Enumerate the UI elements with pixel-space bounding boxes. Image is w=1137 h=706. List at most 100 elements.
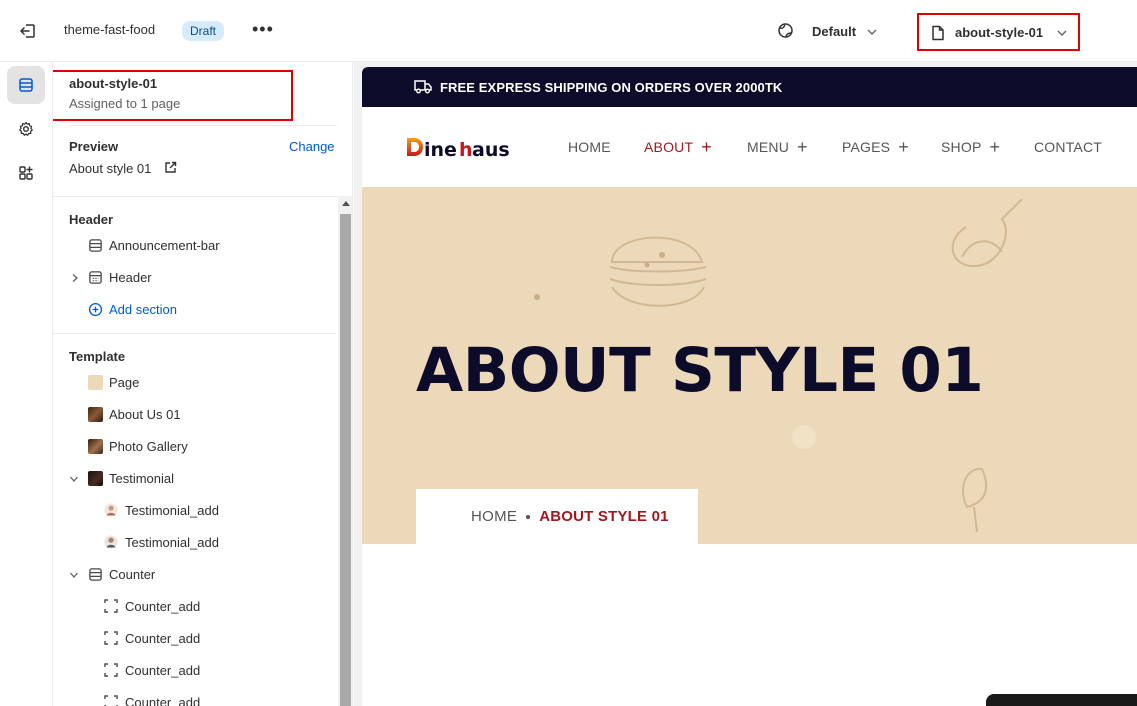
header-group-title: Header [69, 212, 114, 227]
block-counter-add[interactable]: Counter_add [103, 595, 200, 617]
nav-about[interactable]: ABOUT + [644, 138, 712, 156]
add-section-button[interactable]: Add section [87, 298, 177, 320]
nav-menu[interactable]: MENU + [747, 137, 808, 157]
dinehaus-logo[interactable]: ine h aus [406, 133, 518, 159]
block-label: Counter_add [125, 694, 201, 706]
add-section-label: Add section [109, 301, 177, 317]
section-about-us-01[interactable]: About Us 01 [87, 403, 181, 425]
divider [53, 196, 352, 197]
truck-icon [414, 80, 432, 94]
section-page[interactable]: Page [87, 371, 139, 393]
preview-canvas: FREE EXPRESS SHIPPING ON ORDERS OVER 200… [354, 62, 1137, 706]
section-label: Header [109, 269, 152, 285]
icon-rail [0, 62, 53, 706]
divider [69, 125, 337, 126]
page-icon [932, 25, 944, 41]
template-group-title: Template [69, 349, 126, 364]
section-counter[interactable]: Counter [87, 563, 155, 585]
header-section-icon [88, 270, 102, 284]
chevron-down-icon[interactable] [69, 474, 79, 484]
block-testimonial-add[interactable]: Testimonial_add [103, 531, 219, 553]
nav-pages[interactable]: PAGES + [842, 137, 909, 157]
language-selector[interactable]: Default [812, 24, 856, 39]
sections-rail-button[interactable] [7, 66, 45, 104]
template-selector[interactable]: about-style-01 [917, 13, 1080, 51]
page-hero-banner: ABOUT STYLE 01 HOME ABOUT STYLE 01 [362, 187, 1137, 544]
block-label: Counter_add [125, 630, 201, 646]
storefront-preview[interactable]: FREE EXPRESS SHIPPING ON ORDERS OVER 200… [362, 67, 1137, 706]
globe-icon[interactable] [777, 22, 794, 39]
breadcrumb-home-link[interactable]: HOME [471, 508, 517, 525]
section-icon [88, 567, 102, 581]
section-label: Page [109, 374, 140, 390]
block-label: Testimonial_add [125, 534, 219, 550]
sections-icon [19, 78, 33, 92]
settings-rail-button[interactable] [7, 110, 45, 148]
section-label: Testimonial [109, 470, 175, 486]
avatar-icon [104, 535, 118, 549]
block-icon [104, 695, 118, 706]
more-actions-button[interactable]: ••• [252, 20, 273, 40]
plus-circle-icon [88, 302, 102, 316]
preview-value: About style 01 [69, 161, 152, 176]
preview-label: Preview [69, 139, 119, 154]
plus-icon: + [797, 137, 808, 157]
apps-rail-button[interactable] [7, 154, 45, 192]
divider [53, 333, 337, 334]
svg-text:h: h [459, 139, 473, 159]
scroll-up-arrow[interactable] [342, 201, 350, 206]
plus-icon: + [898, 137, 909, 157]
exit-icon[interactable] [18, 21, 38, 41]
block-label: Counter_add [125, 662, 201, 678]
section-label: Photo Gallery [109, 438, 188, 454]
assigned-text: Assigned to 1 page [69, 96, 181, 111]
nav-shop[interactable]: SHOP + [941, 137, 1001, 157]
page-thumbnail [87, 374, 103, 390]
svg-text:ine: ine [424, 139, 457, 159]
block-counter-add[interactable]: Counter_add [103, 627, 200, 649]
section-label: Counter [109, 566, 156, 582]
block-counter-add[interactable]: Counter_add [103, 659, 200, 681]
template-header: about-style-01 Assigned to 1 page [53, 62, 352, 126]
apps-icon [19, 166, 33, 180]
breadcrumb-current: ABOUT STYLE 01 [539, 508, 669, 525]
section-photo-gallery[interactable]: Photo Gallery [87, 435, 188, 457]
scrollbar-thumb[interactable] [340, 214, 351, 706]
block-counter-add[interactable]: Counter_add [103, 691, 200, 706]
announcement-text: FREE EXPRESS SHIPPING ON ORDERS OVER 200… [440, 80, 783, 95]
preview-change-link[interactable]: Change [289, 139, 335, 154]
section-header[interactable]: Header [87, 266, 152, 288]
plus-icon: + [989, 137, 1001, 157]
theme-name: theme-fast-food [64, 22, 156, 37]
announcement-bar[interactable]: FREE EXPRESS SHIPPING ON ORDERS OVER 200… [362, 67, 1137, 107]
testimonial-thumbnail [87, 470, 103, 486]
nav-home[interactable]: HOME [568, 139, 611, 155]
nav-contact[interactable]: CONTACT [1034, 139, 1102, 155]
section-announcement-bar[interactable]: Announcement-bar [87, 234, 220, 256]
block-testimonial-add[interactable]: Testimonial_add [103, 499, 219, 521]
status-badge: Draft [182, 21, 225, 41]
chevron-right-icon[interactable] [70, 273, 80, 283]
breadcrumb: HOME ABOUT STYLE 01 [416, 489, 698, 544]
chevron-down-icon[interactable] [866, 26, 878, 38]
breadcrumb-separator [526, 514, 531, 519]
section-label: Announcement-bar [109, 237, 220, 253]
sidebar-scrollbar[interactable] [338, 196, 352, 706]
external-link-icon[interactable] [164, 161, 177, 174]
avatar-icon [104, 503, 118, 517]
section-testimonial[interactable]: Testimonial [87, 467, 174, 489]
page-title: ABOUT STYLE 01 [416, 335, 984, 406]
section-label: About Us 01 [109, 406, 181, 422]
block-icon [104, 663, 118, 677]
site-header: ine h aus HOME ABOUT + MENU + PAGES + SHOP +… [362, 107, 1137, 187]
sections-sidebar: about-style-01 Assigned to 1 page Previe… [53, 62, 353, 706]
chevron-down-icon[interactable] [69, 570, 79, 580]
block-icon [104, 631, 118, 645]
template-selector-label: about-style-01 [955, 25, 1044, 40]
svg-text:aus: aus [472, 139, 510, 159]
gear-icon [19, 121, 33, 136]
section-icon [88, 238, 102, 252]
chevron-down-icon [1057, 30, 1067, 36]
about-thumbnail [87, 406, 103, 422]
gallery-thumbnail [87, 438, 103, 454]
